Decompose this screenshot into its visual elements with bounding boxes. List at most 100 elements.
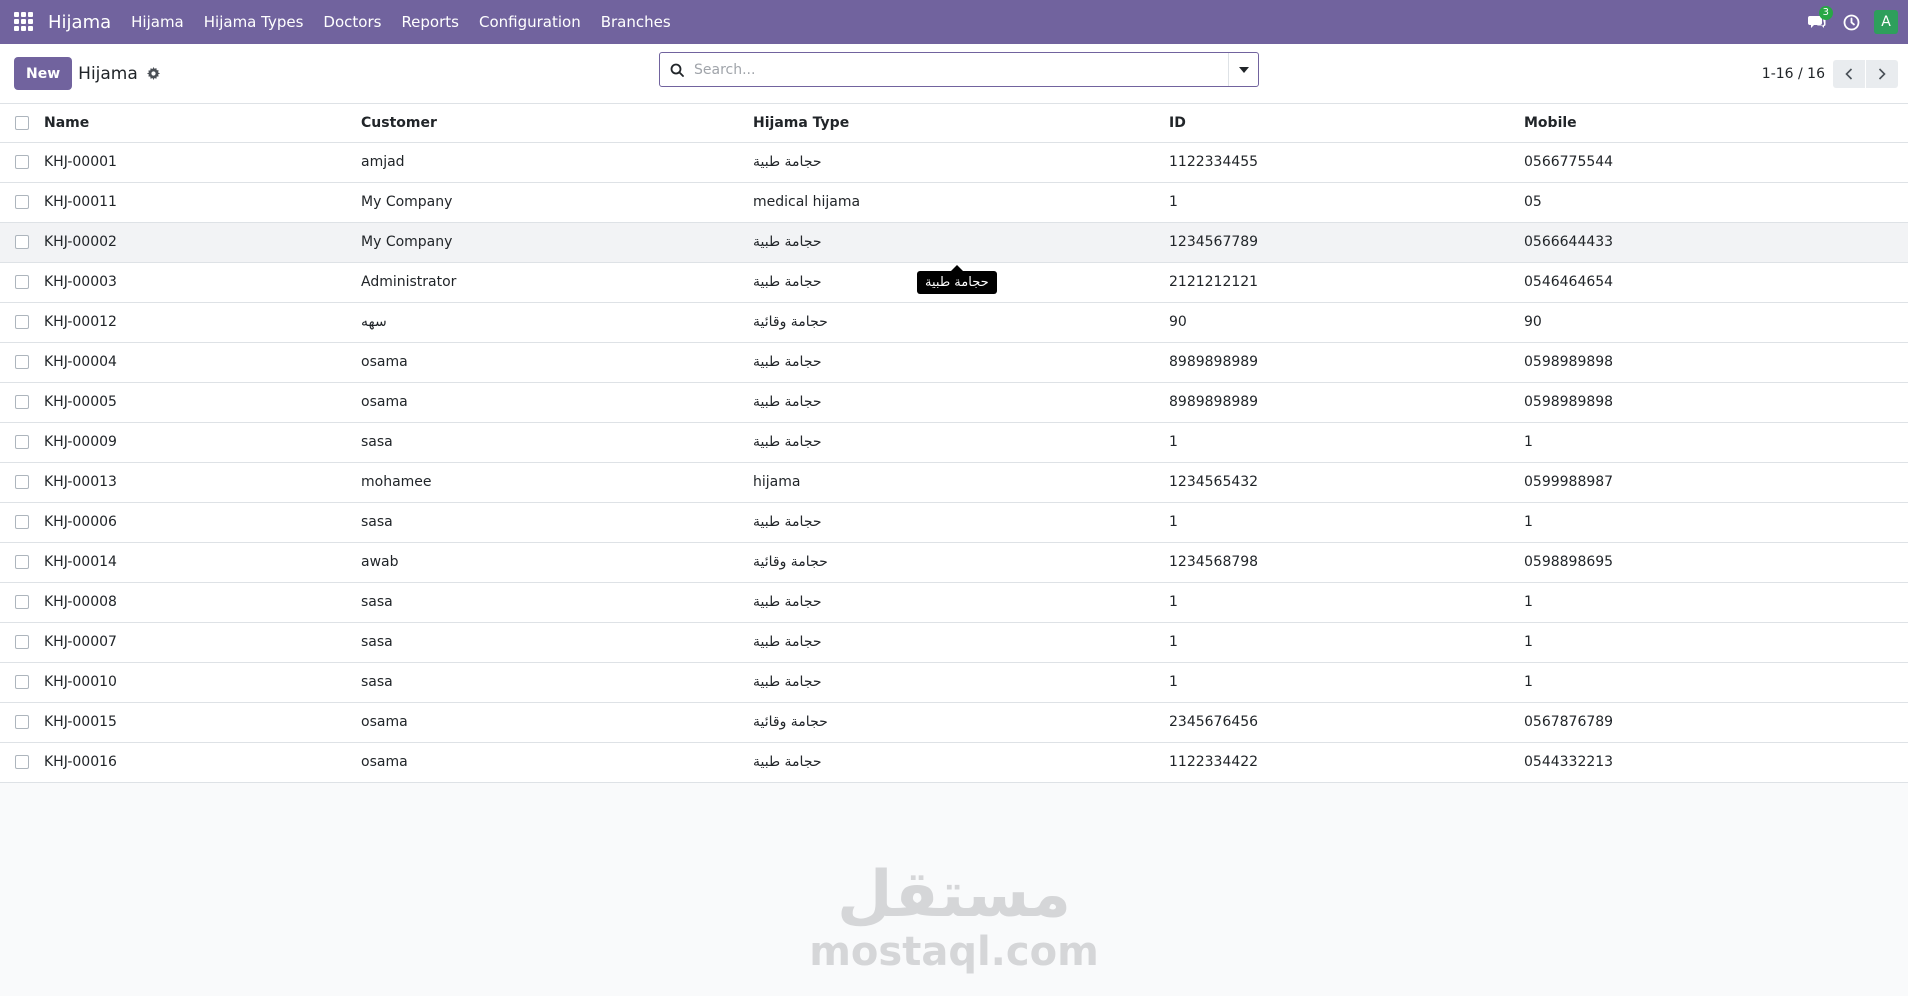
cell-customer[interactable]: sasa: [361, 502, 753, 543]
cell-mobile[interactable]: 0567876789: [1524, 702, 1908, 743]
cell-id[interactable]: 1: [1169, 182, 1524, 223]
cell-customer[interactable]: Administrator: [361, 262, 753, 303]
cell-hijama-type[interactable]: حجامة طبية: [753, 502, 1169, 543]
cell-name[interactable]: KHJ-00015: [44, 702, 361, 743]
cell-customer[interactable]: My Company: [361, 182, 753, 223]
cell-hijama-type[interactable]: حجامة طبية: [753, 742, 1169, 783]
table-row[interactable]: KHJ-00016 osama حجامة طبية 1122334422 054433…: [0, 742, 1908, 783]
table-row[interactable]: KHJ-00004 osama حجامة طبية 8989898989 059898…: [0, 342, 1908, 383]
cell-hijama-type[interactable]: حجامة وقائية: [753, 542, 1169, 583]
cell-hijama-type[interactable]: حجامة طبية: [753, 142, 1169, 183]
column-header-name[interactable]: Name: [44, 104, 361, 143]
column-header-mobile[interactable]: Mobile: [1524, 104, 1908, 143]
cell-name[interactable]: KHJ-00007: [44, 622, 361, 663]
cell-customer[interactable]: سهه: [361, 302, 753, 343]
row-checkbox[interactable]: [15, 355, 29, 369]
row-checkbox[interactable]: [15, 435, 29, 449]
cell-mobile[interactable]: 0598898695: [1524, 542, 1908, 583]
cell-id[interactable]: 8989898989: [1169, 382, 1524, 423]
activity-button[interactable]: [1834, 14, 1868, 31]
cell-mobile[interactable]: 05: [1524, 182, 1908, 223]
search-input[interactable]: [694, 53, 1228, 86]
app-brand[interactable]: Hijama: [48, 12, 111, 33]
pager-previous-button[interactable]: [1833, 60, 1865, 88]
cell-name[interactable]: KHJ-00002: [44, 222, 361, 263]
cell-id[interactable]: 1: [1169, 502, 1524, 543]
cell-hijama-type[interactable]: حجامة طبية: [753, 662, 1169, 703]
menu-item-branches[interactable]: Branches: [601, 13, 671, 31]
row-checkbox[interactable]: [15, 235, 29, 249]
cell-name[interactable]: KHJ-00012: [44, 302, 361, 343]
menu-item-hijama[interactable]: Hijama: [131, 13, 184, 31]
new-button[interactable]: New: [14, 57, 73, 90]
cell-customer[interactable]: sasa: [361, 422, 753, 463]
cell-name[interactable]: KHJ-00003: [44, 262, 361, 303]
cell-id[interactable]: 8989898989: [1169, 342, 1524, 383]
user-avatar[interactable]: A: [1874, 10, 1898, 34]
table-row[interactable]: KHJ-00006 sasa حجامة طبية 1 1: [0, 502, 1908, 543]
cell-id[interactable]: 1: [1169, 622, 1524, 663]
cell-name[interactable]: KHJ-00014: [44, 542, 361, 583]
cell-mobile[interactable]: 1: [1524, 622, 1908, 663]
cell-id[interactable]: 1234565432: [1169, 462, 1524, 503]
cell-id[interactable]: 90: [1169, 302, 1524, 343]
cell-hijama-type[interactable]: حجامة طبية: [753, 342, 1169, 383]
cell-name[interactable]: KHJ-00009: [44, 422, 361, 463]
cell-hijama-type[interactable]: حجامة طبية: [753, 222, 1169, 263]
cell-customer[interactable]: mohamee: [361, 462, 753, 503]
cell-id[interactable]: 1122334455: [1169, 142, 1524, 183]
table-row[interactable]: KHJ-00001 amjad حجامة طبية 1122334455 056677…: [0, 142, 1908, 183]
table-row[interactable]: KHJ-00007 sasa حجامة طبية 1 1: [0, 622, 1908, 663]
cell-name[interactable]: KHJ-00011: [44, 182, 361, 223]
row-checkbox[interactable]: [15, 275, 29, 289]
table-row[interactable]: KHJ-00012 سهه حجامة وقائية 90 90: [0, 302, 1908, 343]
cell-customer[interactable]: amjad: [361, 142, 753, 183]
cell-mobile[interactable]: 0544332213: [1524, 742, 1908, 783]
cell-id[interactable]: 1122334422: [1169, 742, 1524, 783]
cell-customer[interactable]: sasa: [361, 622, 753, 663]
cell-mobile[interactable]: 1: [1524, 422, 1908, 463]
column-header-customer[interactable]: Customer: [361, 104, 753, 143]
row-checkbox[interactable]: [15, 555, 29, 569]
cell-customer[interactable]: My Company: [361, 222, 753, 263]
row-checkbox[interactable]: [15, 675, 29, 689]
cell-customer[interactable]: sasa: [361, 582, 753, 623]
cell-id[interactable]: 2121212121: [1169, 262, 1524, 303]
cell-hijama-type[interactable]: حجامة طبية: [753, 582, 1169, 623]
row-checkbox[interactable]: [15, 715, 29, 729]
cell-name[interactable]: KHJ-00008: [44, 582, 361, 623]
cell-mobile[interactable]: 1: [1524, 582, 1908, 623]
row-checkbox[interactable]: [15, 635, 29, 649]
cell-id[interactable]: 1234568798: [1169, 542, 1524, 583]
table-row[interactable]: KHJ-00002 My Company حجامة طبية 1234567789 0…: [0, 222, 1908, 263]
table-row[interactable]: KHJ-00011 My Company medical hijama 1 05: [0, 182, 1908, 223]
pager-value[interactable]: 1-16 / 16: [1762, 66, 1825, 82]
select-all-checkbox[interactable]: [15, 115, 29, 130]
cell-name[interactable]: KHJ-00013: [44, 462, 361, 503]
menu-item-hijama-types[interactable]: Hijama Types: [204, 13, 304, 31]
cell-hijama-type[interactable]: حجامة طبية: [753, 382, 1169, 423]
cell-mobile[interactable]: 90: [1524, 302, 1908, 343]
row-checkbox[interactable]: [15, 395, 29, 409]
cell-hijama-type[interactable]: حجامة طبية: [753, 622, 1169, 663]
cell-customer[interactable]: sasa: [361, 662, 753, 703]
table-row[interactable]: KHJ-00010 sasa حجامة طبية 1 1: [0, 662, 1908, 703]
row-checkbox[interactable]: [15, 595, 29, 609]
chat-button[interactable]: 3: [1800, 6, 1834, 30]
table-row[interactable]: KHJ-00015 osama حجامة وقائية 2345676456 0567…: [0, 702, 1908, 743]
row-checkbox[interactable]: [15, 155, 29, 169]
menu-item-configuration[interactable]: Configuration: [479, 13, 581, 31]
row-checkbox[interactable]: [15, 195, 29, 209]
table-row[interactable]: KHJ-00005 osama حجامة طبية 8989898989 059898…: [0, 382, 1908, 423]
cell-name[interactable]: KHJ-00004: [44, 342, 361, 383]
cell-name[interactable]: KHJ-00001: [44, 142, 361, 183]
cell-hijama-type[interactable]: حجامة طبية: [753, 422, 1169, 463]
cell-name[interactable]: KHJ-00006: [44, 502, 361, 543]
cell-hijama-type[interactable]: حجامة وقائية: [753, 702, 1169, 743]
cell-name[interactable]: KHJ-00016: [44, 742, 361, 783]
row-checkbox[interactable]: [15, 475, 29, 489]
cell-hijama-type[interactable]: hijama: [753, 462, 1169, 503]
cell-name[interactable]: KHJ-00010: [44, 662, 361, 703]
cell-mobile[interactable]: 0598989898: [1524, 342, 1908, 383]
cell-mobile[interactable]: 0546464654: [1524, 262, 1908, 303]
